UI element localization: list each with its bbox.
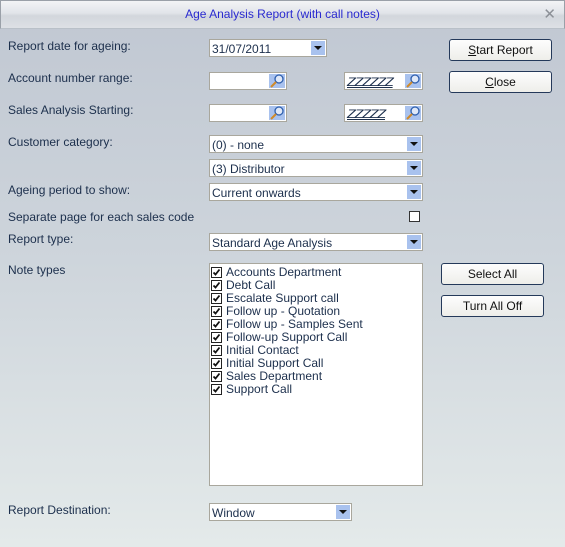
close-icon[interactable]: ✕ — [543, 5, 556, 23]
search-icon[interactable] — [269, 74, 285, 88]
close-label: lose — [493, 75, 516, 89]
note-type-checkbox[interactable] — [211, 371, 222, 382]
checkmark-icon — [212, 294, 221, 302]
note-type-checkbox[interactable] — [211, 384, 222, 395]
note-type-label: Follow up - Quotation — [226, 304, 341, 318]
checkmark-icon — [212, 359, 221, 367]
note-type-label: Follow-up Support Call — [226, 330, 348, 344]
checkmark-icon — [212, 346, 221, 354]
ageing-period-label: Ageing period to show: — [8, 183, 131, 197]
search-icon[interactable] — [405, 74, 421, 88]
customer-category-to-dropdown[interactable]: (3) Distributor — [209, 159, 423, 177]
account-from-input[interactable] — [209, 72, 287, 90]
checkmark-icon — [212, 307, 221, 315]
chevron-down-icon[interactable] — [311, 41, 325, 55]
note-type-label: Initial Contact — [226, 343, 299, 357]
checkmark-icon — [212, 333, 221, 341]
checkmark-icon — [212, 281, 221, 289]
checkmark-icon — [212, 385, 221, 393]
note-type-checkbox[interactable] — [211, 358, 222, 369]
note-type-checkbox[interactable] — [211, 267, 222, 278]
close-button[interactable]: Close — [449, 71, 552, 93]
note-type-label: Escalate Support call — [226, 291, 339, 305]
note-type-checkbox[interactable] — [211, 345, 222, 356]
customer-category-label: Customer category: — [8, 135, 113, 149]
account-to-value: ZZZZZZ — [347, 75, 394, 89]
note-type-label: Follow up - Samples Sent — [226, 317, 363, 331]
note-type-label: Debt Call — [226, 278, 276, 292]
sales-to-value: ZZZZZ — [347, 107, 386, 121]
account-range-label: Account number range: — [8, 71, 133, 85]
report-type-value: Standard Age Analysis — [212, 236, 333, 250]
report-type-dropdown[interactable]: Standard Age Analysis — [209, 233, 423, 251]
chevron-down-icon[interactable] — [336, 505, 350, 519]
select-all-button[interactable]: Select All — [441, 263, 544, 285]
note-type-checkbox[interactable] — [211, 332, 222, 343]
note-types-label: Note types — [8, 263, 66, 277]
note-type-checkbox[interactable] — [211, 306, 222, 317]
close-accel: C — [485, 75, 494, 89]
chevron-down-icon[interactable] — [407, 137, 421, 151]
note-type-label: Sales Department — [226, 369, 323, 383]
note-type-checkbox[interactable] — [211, 280, 222, 291]
chevron-down-icon[interactable] — [407, 235, 421, 249]
start-report-accel: S — [468, 43, 477, 57]
ageing-period-dropdown[interactable]: Current onwards — [209, 183, 423, 201]
report-destination-dropdown[interactable]: Window — [209, 503, 352, 521]
sales-to-input[interactable]: ZZZZZ — [344, 104, 423, 122]
customer-category-to-value: (3) Distributor — [212, 162, 285, 176]
turn-all-off-button[interactable]: Turn All Off — [441, 295, 544, 317]
checkmark-icon — [212, 372, 221, 380]
report-date-dropdown[interactable]: 31/07/2011 — [209, 39, 327, 57]
report-destination-value: Window — [212, 506, 255, 520]
search-icon[interactable] — [269, 106, 285, 120]
sales-from-input[interactable] — [209, 104, 287, 122]
report-destination-label: Report Destination: — [8, 503, 111, 517]
start-report-label: tart Report — [476, 43, 533, 57]
separate-page-checkbox[interactable] — [409, 211, 420, 222]
checkmark-icon — [212, 320, 221, 328]
ageing-period-value: Current onwards — [212, 186, 301, 200]
report-date-label: Report date for ageing: — [8, 39, 131, 53]
note-type-label: Accounts Department — [226, 265, 342, 279]
start-report-button[interactable]: Start Report — [449, 39, 552, 61]
report-date-value: 31/07/2011 — [212, 42, 272, 56]
customer-category-from-dropdown[interactable]: (0) - none — [209, 135, 423, 153]
sales-analysis-label: Sales Analysis Starting: — [8, 103, 134, 117]
note-type-label: Support Call — [226, 382, 293, 396]
chevron-down-icon[interactable] — [407, 185, 421, 199]
title-bar: Age Analysis Report (with call notes) ✕ — [0, 0, 565, 29]
customer-category-from-value: (0) - none — [212, 138, 265, 152]
chevron-down-icon[interactable] — [407, 161, 421, 175]
note-type-checkbox[interactable] — [211, 319, 222, 330]
note-type-checkbox[interactable] — [211, 293, 222, 304]
window-title: Age Analysis Report (with call notes) — [185, 7, 380, 21]
note-type-label: Initial Support Call — [226, 356, 324, 370]
note-types-list[interactable]: Accounts Department Debt Call Escalate Sup… — [209, 263, 423, 486]
checkmark-icon — [212, 268, 221, 276]
search-icon[interactable] — [405, 106, 421, 120]
account-to-input[interactable]: ZZZZZZ — [344, 72, 423, 90]
report-type-label: Report type: — [8, 232, 74, 246]
separate-page-label: Separate page for each sales code — [8, 210, 195, 224]
